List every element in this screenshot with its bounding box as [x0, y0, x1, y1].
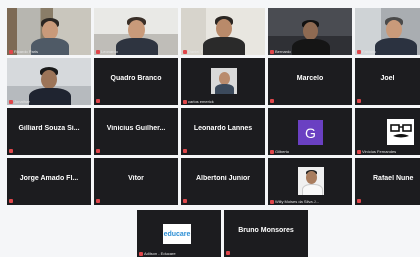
muted-mic-icon [96, 99, 100, 103]
muted-mic-icon [270, 49, 274, 54]
participant-tile-carlos-emerick[interactable]: carlos emerick [181, 58, 265, 105]
participant-name: Jorge Amado Fl... [19, 175, 79, 182]
participant-tile-quadro-branco[interactable]: Quadro Branco [94, 58, 178, 105]
participant-tile-rafael-nunes[interactable]: Rafael Nune [355, 158, 420, 205]
video-tile-ricardo-paris[interactable]: Ricardo Paris [7, 8, 91, 55]
participant-tile-leonardo-lannes[interactable]: Leonardo Lannes [181, 108, 265, 155]
participant-body [292, 39, 330, 55]
muted-mic-icon [183, 149, 187, 153]
letter-avatar: G [298, 120, 323, 145]
video-tile-fabiano[interactable]: Fabiano [355, 8, 420, 55]
muted-mic-icon [183, 199, 187, 203]
participant-face [386, 20, 402, 39]
muted-mic-icon [270, 199, 274, 204]
participant-name-tag: Vinícius Fernandes [357, 149, 396, 154]
profile-photo [211, 68, 237, 94]
video-tile-jonathan[interactable]: Jonathan [7, 58, 91, 105]
participant-name: Bruno Monsores [238, 227, 294, 234]
video-tile-leonardo[interactable]: Leonardo [94, 8, 178, 55]
glasses-mustache-icon [389, 124, 412, 138]
muted-mic-icon [9, 149, 13, 153]
participant-tile-vinicius-fernandes[interactable]: Vinícius Fernandes [355, 108, 420, 155]
video-tile-daniel-t[interactable]: Daniel T [181, 8, 265, 55]
muted-mic-icon [9, 99, 13, 104]
participant-face [128, 20, 145, 40]
profile-picture [387, 119, 414, 145]
participant-name: Albertoni Junior [195, 175, 251, 182]
participant-name: Gilliard Souza Si... [18, 125, 80, 132]
participant-tile-adilson-educare[interactable]: educare Adilson - Educare [137, 210, 221, 257]
muted-mic-icon [96, 49, 100, 54]
participant-tile-willy-moises[interactable]: Willy Moises da Silva J... [268, 158, 352, 205]
participant-name-tag: Adilson - Educare [139, 251, 176, 256]
participant-body [203, 37, 245, 55]
participant-name-tag: Fabiano [357, 49, 376, 54]
participant-name: Rafael Nune [373, 175, 414, 182]
participant-tile-gilliard[interactable]: Gilliard Souza Si... [7, 108, 91, 155]
participant-name-tag: Willy Moises da Silva J... [270, 199, 319, 204]
profile-photo [298, 167, 324, 195]
participant-tile-albertoni-junior[interactable]: Albertoni Junior [181, 158, 265, 205]
muted-mic-icon [183, 99, 187, 104]
video-tile-bernardo[interactable]: Bernardo [268, 8, 352, 55]
muted-mic-icon [357, 99, 361, 103]
participant-name: Vinicius Guilher... [106, 125, 166, 132]
muted-mic-icon [357, 199, 361, 203]
participant-name: Joel [380, 75, 395, 82]
muted-mic-icon [96, 199, 100, 203]
participant-name: Leonardo Lannes [193, 125, 253, 132]
participant-tile-marcelo[interactable]: Marcelo [268, 58, 352, 105]
participant-name-tag: Bernardo [270, 49, 291, 54]
muted-mic-icon [270, 99, 274, 103]
participant-name-tag: Ricardo Paris [9, 49, 38, 54]
participant-name: Marcelo [296, 75, 324, 82]
participant-body [29, 88, 71, 105]
muted-mic-icon [357, 149, 361, 154]
muted-mic-icon [357, 49, 361, 54]
participant-tile-vitor[interactable]: Vitor [94, 158, 178, 205]
muted-mic-icon [270, 149, 274, 154]
participant-name-tag: Daniel T [183, 49, 203, 54]
participant-name: Quadro Branco [110, 75, 162, 82]
participant-name-tag: Leonardo [96, 49, 118, 54]
participant-tile-gilberto[interactable]: G Gilberto [268, 108, 352, 155]
participant-tile-bruno-monsores[interactable]: Bruno Monsores [224, 210, 308, 257]
participant-face [41, 70, 57, 89]
participant-tile-jorge-amado[interactable]: Jorge Amado Fl... [7, 158, 91, 205]
participant-name-tag: carlos emerick [183, 99, 214, 104]
muted-mic-icon [9, 49, 13, 54]
muted-mic-icon [139, 251, 143, 256]
educare-logo: educare [163, 224, 191, 244]
participant-body [116, 38, 158, 55]
participant-name: Vitor [128, 175, 144, 182]
muted-mic-icon [226, 251, 230, 255]
participant-name-tag: Gilberto [270, 149, 289, 154]
participant-face [216, 19, 232, 38]
muted-mic-icon [9, 199, 13, 203]
muted-mic-icon [96, 149, 100, 153]
participant-face [303, 22, 318, 40]
muted-mic-icon [183, 49, 187, 54]
participant-name-tag: Jonathan [9, 99, 30, 104]
participant-body [375, 38, 417, 55]
participant-tile-vinicius-guilherme[interactable]: Vinicius Guilher... [94, 108, 178, 155]
participant-tile-joel[interactable]: Joel [355, 58, 420, 105]
